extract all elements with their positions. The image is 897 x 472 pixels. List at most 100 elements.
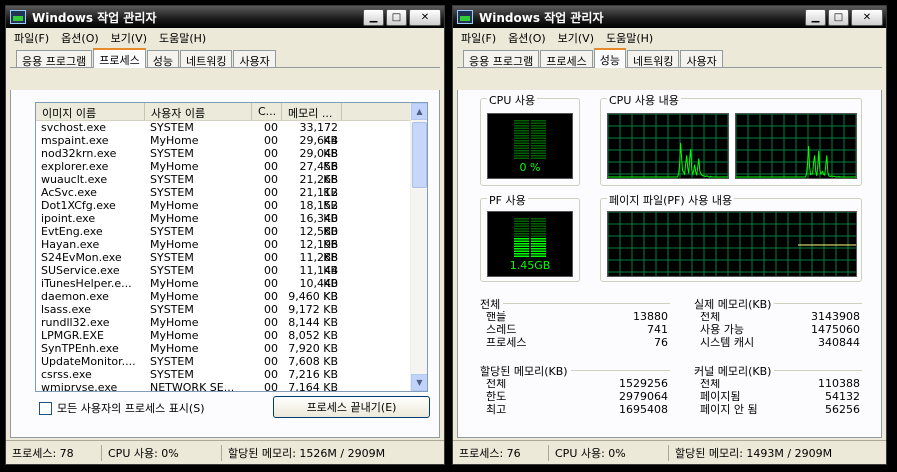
totals-section: 전체 핸들 13880 스레드 741 프로세스 76	[480, 296, 670, 349]
gauge-segment	[531, 228, 546, 230]
table-row[interactable]: ipoint.exe MyHome 00 16,340 KB	[36, 212, 410, 238]
menu-file[interactable]: 파일(F)	[14, 30, 49, 46]
process-memory: 7,216 KB	[288, 368, 338, 381]
process-rows: svchost.exe SYSTEM 00 33,172 KB mspaint.exe M…	[36, 121, 410, 391]
table-row[interactable]: SUService.exe SYSTEM 00 11,144 KB	[36, 264, 410, 290]
process-image-name: Hayan.exe	[41, 238, 100, 251]
physical-memory-section: 실제 메모리(KB) 전체 3143908 사용 가능 1475060 시스템 캐시…	[694, 296, 862, 349]
table-row[interactable]: nod32krn.exe SYSTEM 00 29,048 KB	[36, 147, 410, 173]
process-image-name: svchost.exe	[41, 121, 107, 134]
close-icon[interactable]: ✕	[409, 8, 441, 26]
table-row[interactable]: mspaint.exe MyHome 00 29,644 KB	[36, 134, 410, 160]
totals-processes-label: 프로세스	[486, 336, 527, 349]
gauge-segment	[514, 248, 529, 250]
gauge-segment	[514, 228, 529, 230]
process-cpu: 00	[264, 199, 278, 212]
table-row[interactable]: UpdateMonitor.... SYSTEM 00 7,608 KB	[36, 355, 410, 368]
cpu-history-label: CPU 사용 내용	[607, 92, 681, 108]
commit-charge-title: 할당된 메모리(KB)	[480, 363, 571, 379]
table-row[interactable]: rundll32.exe MyHome 00 8,144 KB	[36, 316, 410, 329]
close-icon[interactable]: ✕	[851, 8, 883, 26]
gauge-segment	[514, 250, 529, 252]
process-user-name: MyHome	[150, 329, 199, 342]
table-row[interactable]: SynTPEnh.exe MyHome 00 7,920 KB	[36, 342, 410, 355]
kernel-total-value: 110388	[818, 377, 860, 390]
menu-file[interactable]: 파일(F)	[461, 30, 496, 46]
column-image-name[interactable]: 이미지 이름	[36, 103, 145, 120]
totals-title: 전체	[480, 296, 504, 312]
table-row[interactable]: EvtEng.exe SYSTEM 00 12,580 KB	[36, 225, 410, 251]
table-row[interactable]: LPMGR.EXE MyHome 00 8,052 KB	[36, 329, 410, 342]
gauge-segment	[514, 245, 529, 247]
scroll-up-icon[interactable]: ▲	[411, 103, 427, 120]
checkbox-box[interactable]	[39, 401, 52, 415]
tab-networking[interactable]: 네트워킹	[626, 50, 680, 68]
process-cpu: 00	[264, 342, 278, 355]
table-row[interactable]: Hayan.exe MyHome 00 12,196 KB	[36, 238, 410, 264]
gauge-segment	[531, 142, 546, 144]
gauge-segment	[531, 253, 546, 255]
tab-applications[interactable]: 응용 프로그램	[463, 50, 540, 68]
table-row[interactable]: wuauclt.exe SYSTEM 00 21,268 KB	[36, 173, 410, 199]
title-bar[interactable]: Windows 작업 관리자 ▁ □ ✕	[6, 6, 444, 28]
table-row[interactable]: csrss.exe SYSTEM 00 7,216 KB	[36, 368, 410, 381]
maximize-icon[interactable]: □	[386, 8, 407, 26]
menu-view[interactable]: 보기(V)	[558, 30, 594, 46]
process-image-name: rundll32.exe	[41, 316, 110, 329]
table-row[interactable]: iTunesHelper.e... MyHome 00 10,440 KB	[36, 277, 410, 303]
minimize-icon[interactable]: ▁	[805, 8, 826, 26]
process-cpu: 00	[264, 238, 278, 251]
gauge-segment	[531, 218, 546, 220]
process-user-name: MyHome	[150, 316, 199, 329]
title-bar[interactable]: Windows 작업 관리자 ▁ □ ✕	[453, 6, 886, 28]
tab-performance[interactable]: 성능	[593, 48, 626, 68]
commit-peak-value: 1695408	[619, 403, 668, 416]
process-user-name: MyHome	[150, 290, 199, 303]
tab-processes[interactable]: 프로세스	[540, 50, 593, 68]
show-all-users-checkbox[interactable]: 모든 사용자의 프로세스 표시(S)	[39, 400, 205, 416]
process-image-name: ipoint.exe	[41, 212, 96, 225]
table-row[interactable]: AcSvc.exe SYSTEM 00 21,112 KB	[36, 186, 410, 212]
process-memory: 10,440 KB	[299, 277, 339, 303]
menu-help[interactable]: 도움말(H)	[606, 30, 653, 46]
table-row[interactable]: Dot1XCfg.exe MyHome 00 18,152 KB	[36, 199, 410, 225]
processes-panel: 이미지 이름 사용자 이름 C... 메모리 ... svchost.exe SY…	[10, 90, 440, 438]
table-row[interactable]: explorer.exe MyHome 00 27,456 KB	[36, 160, 410, 186]
maximize-icon[interactable]: □	[828, 8, 849, 26]
window-title: Windows 작업 관리자	[32, 10, 157, 25]
column-memory[interactable]: 메모리 ...	[282, 103, 342, 120]
scroll-down-icon[interactable]: ▼	[411, 374, 427, 391]
gauge-segment	[514, 253, 529, 255]
process-memory: 8,144 KB	[288, 316, 338, 329]
process-memory: 21,268 KB	[299, 173, 339, 199]
status-cpu-usage: CPU 사용: 0%	[102, 444, 222, 461]
process-list[interactable]: 이미지 이름 사용자 이름 C... 메모리 ... svchost.exe SY…	[35, 102, 428, 392]
commit-limit-value: 2979064	[619, 390, 668, 403]
gauge-segment	[531, 255, 546, 257]
tab-users[interactable]: 사용자	[680, 50, 723, 68]
gauge-segment	[531, 248, 546, 250]
process-list-scrollbar[interactable]: ▲ ▼	[410, 103, 427, 391]
tab-users[interactable]: 사용자	[233, 50, 276, 68]
table-row[interactable]: S24EvMon.exe SYSTEM 00 11,288 KB	[36, 251, 410, 277]
gauge-segment	[514, 220, 529, 222]
cpu-usage-value: 0 %	[519, 161, 541, 174]
menu-help[interactable]: 도움말(H)	[159, 30, 206, 46]
tab-networking[interactable]: 네트워킹	[179, 50, 233, 68]
table-row[interactable]: lsass.exe SYSTEM 00 9,172 KB	[36, 303, 410, 316]
table-row[interactable]: daemon.exe MyHome 00 9,460 KB	[36, 290, 410, 303]
taskmgr-icon	[10, 10, 26, 24]
menu-options[interactable]: 옵션(O)	[61, 30, 98, 46]
minimize-icon[interactable]: ▁	[363, 8, 384, 26]
menu-view[interactable]: 보기(V)	[111, 30, 147, 46]
menu-options[interactable]: 옵션(O)	[508, 30, 545, 46]
column-user-name[interactable]: 사용자 이름	[145, 103, 252, 120]
tab-processes[interactable]: 프로세스	[93, 48, 146, 68]
table-row[interactable]: svchost.exe SYSTEM 00 33,172 KB	[36, 121, 410, 147]
tab-applications[interactable]: 응용 프로그램	[16, 50, 93, 68]
column-cpu[interactable]: C...	[252, 103, 282, 120]
scroll-thumb[interactable]	[412, 122, 427, 188]
table-row[interactable]: wmiprvse.exe NETWORK SE... 00 7,164 KB	[36, 381, 410, 391]
tab-performance[interactable]: 성능	[146, 50, 179, 68]
end-process-button[interactable]: 프로세스 끝내기(E)	[273, 396, 430, 418]
